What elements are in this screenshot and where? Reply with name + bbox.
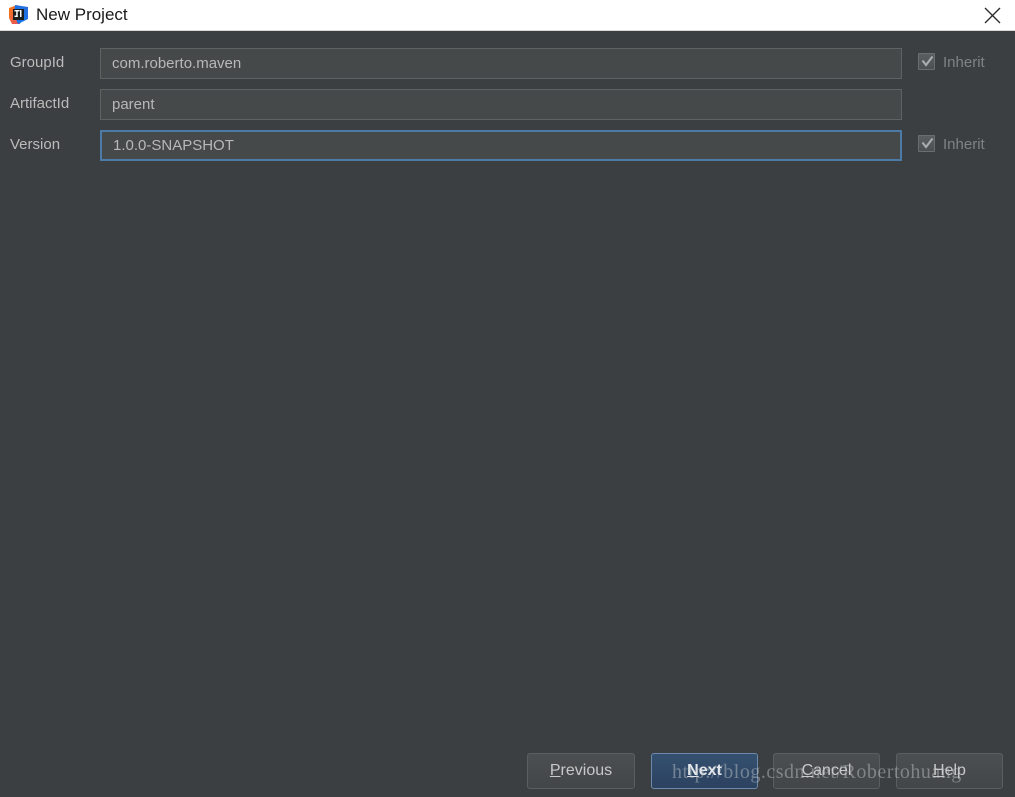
artifactid-label: ArtifactId xyxy=(10,95,70,112)
next-button[interactable]: Next xyxy=(651,753,758,789)
help-button-label: Help xyxy=(933,762,966,780)
cancel-rest: ancel xyxy=(813,762,852,779)
previous-rest: revious xyxy=(560,762,613,779)
version-inherit-label: Inherit xyxy=(943,136,985,153)
groupid-inherit-label: Inherit xyxy=(943,54,985,71)
version-label: Version xyxy=(10,136,61,153)
previous-button-label: Previous xyxy=(550,762,612,780)
checkbox-checked-icon xyxy=(918,135,935,152)
next-mnemonic: N xyxy=(687,762,699,779)
artifactid-input[interactable] xyxy=(100,89,902,120)
groupid-inherit-checkbox[interactable]: Inherit xyxy=(918,52,1010,74)
previous-mnemonic: P xyxy=(549,762,561,779)
help-rest: elp xyxy=(944,762,966,779)
version-inherit-checkbox[interactable]: Inherit xyxy=(918,134,1010,156)
help-button[interactable]: Help xyxy=(896,753,1003,789)
cancel-mnemonic: C xyxy=(801,762,814,779)
previous-button[interactable]: Previous xyxy=(527,753,635,789)
form-row-artifactid: ArtifactId xyxy=(0,89,1015,120)
intellij-idea-icon xyxy=(9,5,28,24)
next-button-label: Next xyxy=(687,762,722,780)
cancel-button-label: Cancel xyxy=(802,762,852,780)
next-rest: ext xyxy=(698,762,722,779)
close-icon[interactable] xyxy=(969,0,1015,30)
new-project-dialog: New Project GroupId Inherit xyxy=(0,0,1015,797)
cancel-button[interactable]: Cancel xyxy=(773,753,880,789)
help-mnemonic: H xyxy=(933,762,945,779)
form-row-version: Version Inherit xyxy=(0,130,1015,161)
groupid-label: GroupId xyxy=(10,54,65,71)
checkbox-checked-icon xyxy=(918,53,935,70)
groupid-input[interactable] xyxy=(100,48,902,79)
form-row-groupid: GroupId Inherit xyxy=(0,48,1015,79)
window-title: New Project xyxy=(36,5,128,24)
dialog-footer: Previous Next Cancel Help xyxy=(0,749,1015,797)
version-input[interactable] xyxy=(100,130,902,161)
title-bar: New Project xyxy=(0,0,1015,31)
